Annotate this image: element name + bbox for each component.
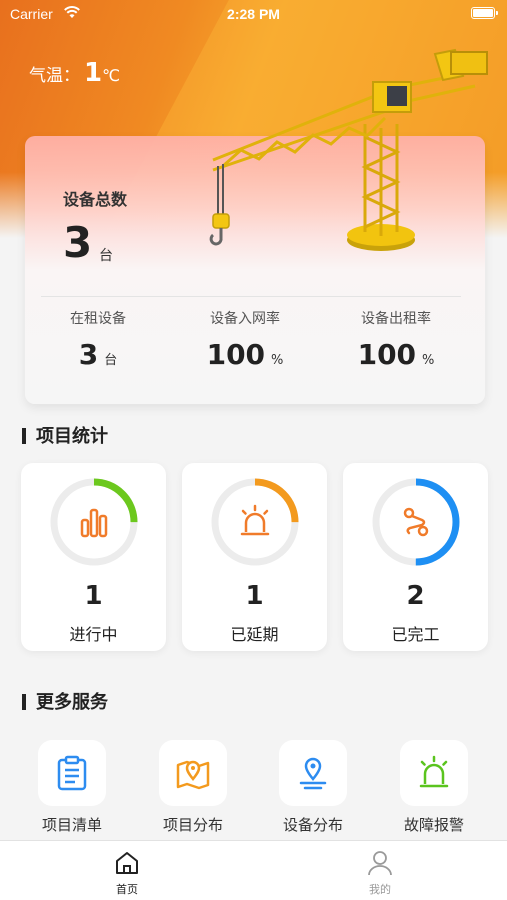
stat-rented: 在租设备 3台 xyxy=(23,308,173,371)
alarm-light-icon xyxy=(419,755,449,788)
service-label: 设备分布 xyxy=(282,816,343,834)
tab-label: 我的 xyxy=(369,883,391,896)
location-icon xyxy=(299,757,327,790)
tab-home[interactable]: 首页 xyxy=(97,849,157,897)
project-status-label: 已延期 xyxy=(230,625,279,644)
bottom-tab-bar: 首页 我的 xyxy=(0,840,507,900)
section-marker xyxy=(22,428,26,444)
route-icon xyxy=(403,507,429,537)
map-pin-icon xyxy=(176,760,210,790)
total-unit: 台 xyxy=(99,248,113,264)
tab-label: 首页 xyxy=(116,883,138,896)
tower-crane-illustration xyxy=(209,48,488,251)
project-card-in-progress[interactable]: 1 进行中 xyxy=(21,463,166,651)
user-icon xyxy=(368,851,392,876)
service-label: 项目分布 xyxy=(162,816,223,834)
temperature-value: 1 xyxy=(84,58,103,88)
service-project-map[interactable]: 项目分布 xyxy=(148,740,238,835)
clipboard-list-icon xyxy=(57,755,87,791)
service-label: 项目清单 xyxy=(41,816,102,834)
project-count: 1 xyxy=(84,581,103,611)
temperature-unit: ℃ xyxy=(102,66,121,85)
stat-value: 100% xyxy=(206,338,284,371)
total-count: 3 xyxy=(63,218,93,267)
service-tile[interactable] xyxy=(279,740,347,806)
service-tile[interactable] xyxy=(159,740,227,806)
section-marker xyxy=(22,694,26,710)
tab-profile[interactable]: 我的 xyxy=(350,849,410,897)
project-card-completed[interactable]: 2 已完工 xyxy=(343,463,488,651)
service-tile[interactable] xyxy=(400,740,468,806)
project-count: 2 xyxy=(406,581,425,611)
summary-title: 设备总数 xyxy=(63,190,128,209)
project-status-label: 已完工 xyxy=(391,625,440,644)
section-title-services: 更多服务 xyxy=(22,688,108,714)
project-status-label: 进行中 xyxy=(69,625,118,644)
battery-icon xyxy=(471,7,498,19)
stat-value: 100% xyxy=(357,338,435,371)
stat-label: 设备入网率 xyxy=(210,311,280,327)
project-count: 1 xyxy=(245,581,264,611)
temperature-readout: 气温： 1℃ xyxy=(29,58,120,88)
bar-chart-icon xyxy=(80,508,108,538)
project-card-delayed[interactable]: 1 已延期 xyxy=(182,463,327,651)
clock: 2:28 PM xyxy=(227,6,280,22)
service-label: 故障报警 xyxy=(403,816,464,834)
summary-divider xyxy=(41,296,461,297)
service-tile[interactable] xyxy=(38,740,106,806)
temperature-label: 气温： xyxy=(29,66,80,86)
stat-value: 3台 xyxy=(78,338,118,371)
stat-network-rate: 设备入网率 100% xyxy=(170,308,320,371)
alarm-light-icon xyxy=(240,504,270,536)
stat-label: 在租设备 xyxy=(70,311,126,327)
service-fault-alarm[interactable]: 故障报警 xyxy=(389,740,479,835)
stat-label: 设备出租率 xyxy=(361,311,431,327)
service-equipment-map[interactable]: 设备分布 xyxy=(268,740,358,835)
section-title-project-stats: 项目统计 xyxy=(22,422,108,448)
stat-rental-rate: 设备出租率 100% xyxy=(321,308,471,371)
status-bar: Carrier 2:28 PM xyxy=(0,0,507,30)
service-project-list[interactable]: 项目清单 xyxy=(27,740,117,835)
home-icon xyxy=(116,852,138,874)
